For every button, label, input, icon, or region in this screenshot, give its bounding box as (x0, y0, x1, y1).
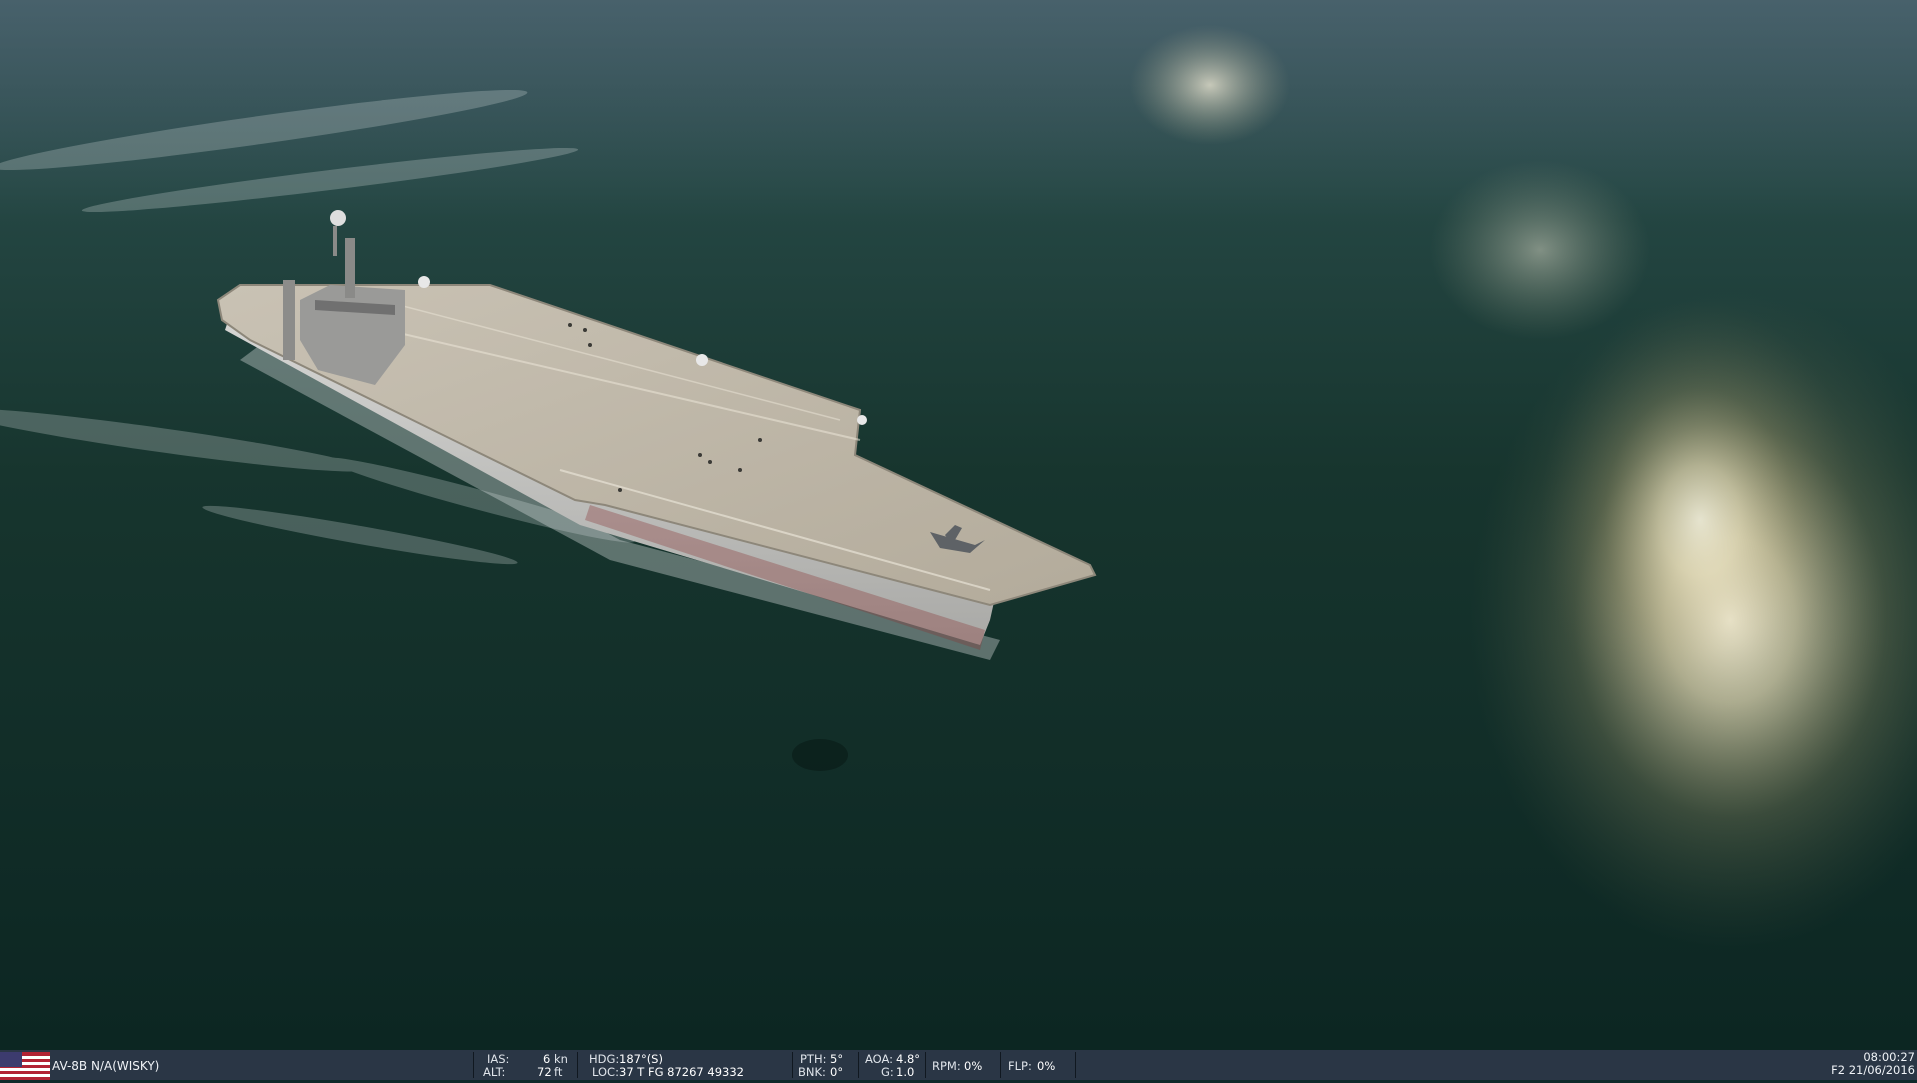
g-label: G: (881, 1065, 894, 1079)
game-viewport[interactable] (0, 0, 1917, 1050)
aoa-value: 4.8° (896, 1052, 921, 1066)
alt-unit: ft (554, 1065, 563, 1079)
flp-value: 0% (1037, 1059, 1056, 1073)
alt-value: 72 (537, 1065, 552, 1079)
alt-label: ALT: (483, 1065, 506, 1079)
aoa-label: AOA: (865, 1052, 894, 1066)
ias-unit: kn (554, 1052, 568, 1066)
bnk-label: BNK: (798, 1065, 826, 1079)
aircraft-shadow (792, 739, 848, 771)
hdg-value: 187°(S) (619, 1052, 663, 1066)
unit-name: AV-8B N/A(WISKY) (52, 1059, 160, 1073)
loc-label: LOC: (592, 1065, 619, 1079)
divider (473, 1052, 474, 1078)
g-value: 1.0 (896, 1065, 915, 1079)
mission-clock: 08:00:27 F2 21/06/2016 (1831, 1051, 1915, 1078)
hdg-label: HDG: (589, 1052, 620, 1066)
flp-label: FLP: (1008, 1059, 1032, 1073)
divider (925, 1052, 926, 1078)
bnk-value: 0° (830, 1065, 844, 1079)
divider (577, 1052, 578, 1078)
ias-label: IAS: (487, 1052, 510, 1066)
status-bar: AV-8B N/A(WISKY) IAS: 6 kn ALT: 72 ft HD… (0, 1050, 1917, 1080)
usa-flag-icon (0, 1052, 50, 1080)
divider (858, 1052, 859, 1078)
pth-label: PTH: (800, 1052, 827, 1066)
ias-value: 6 (543, 1052, 551, 1066)
clock-date: F2 21/06/2016 (1831, 1063, 1915, 1077)
divider (1075, 1052, 1076, 1078)
loc-value: 37 T FG 87267 49332 (619, 1065, 744, 1079)
divider (1000, 1052, 1001, 1078)
rpm-value: 0% (964, 1059, 983, 1073)
pth-value: 5° (830, 1052, 844, 1066)
sea-scene (0, 0, 1917, 1050)
rpm-label: RPM: (932, 1059, 961, 1073)
divider (792, 1052, 793, 1078)
